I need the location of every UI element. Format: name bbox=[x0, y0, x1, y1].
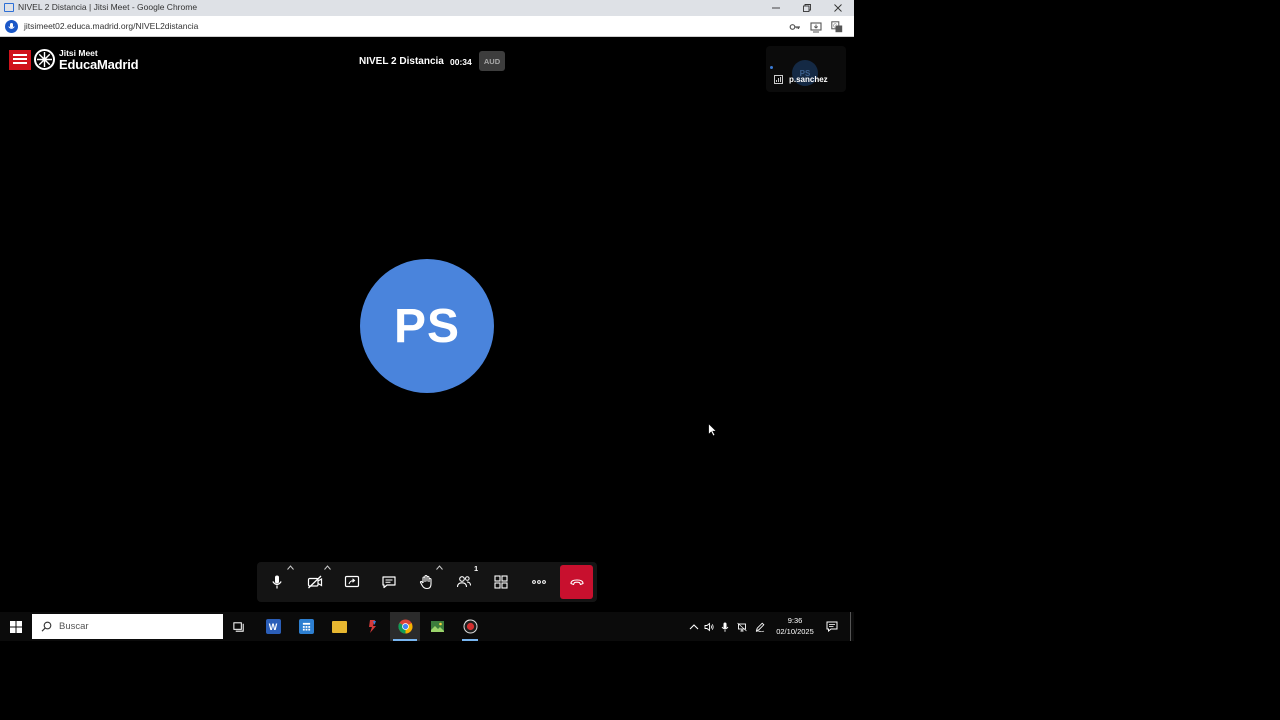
search-icon bbox=[41, 621, 52, 632]
taskbar-app-calculator[interactable] bbox=[291, 612, 321, 641]
connection-stats-icon[interactable] bbox=[774, 75, 783, 84]
microphone-in-use-icon bbox=[8, 22, 15, 29]
site-info-icon[interactable] bbox=[5, 20, 18, 33]
camera-options-button[interactable] bbox=[322, 563, 332, 571]
participant-thumbnail[interactable]: PS p.sanchez bbox=[766, 46, 846, 92]
taskbar-search-box[interactable]: Buscar bbox=[32, 614, 223, 639]
close-icon bbox=[834, 4, 842, 12]
task-view-icon bbox=[233, 621, 244, 632]
microphone-options-button[interactable] bbox=[285, 563, 295, 571]
speaker-indicator-icon bbox=[770, 66, 773, 69]
calculator-icon bbox=[298, 619, 314, 634]
tile-view-button[interactable] bbox=[484, 565, 518, 599]
raise-hand-icon bbox=[419, 574, 432, 590]
microphone-tray-button[interactable] bbox=[717, 612, 733, 641]
app-icon bbox=[368, 620, 376, 633]
mouse-cursor-icon bbox=[708, 423, 718, 437]
taskbar-app-word[interactable]: W bbox=[258, 612, 288, 641]
translate-icon[interactable]: G bbox=[830, 20, 843, 33]
install-app-icon[interactable] bbox=[809, 20, 822, 33]
chevron-up-icon bbox=[323, 564, 331, 570]
tile-view-icon bbox=[494, 575, 508, 589]
key-icon[interactable] bbox=[788, 20, 801, 33]
participants-icon bbox=[456, 576, 471, 588]
participants-count-badge: 1 bbox=[474, 564, 479, 573]
chevron-up-icon bbox=[286, 564, 294, 570]
microphone-tray-icon bbox=[721, 622, 729, 632]
network-button[interactable] bbox=[734, 612, 750, 641]
jitsi-favicon-icon bbox=[4, 3, 14, 12]
minimize-button[interactable] bbox=[761, 0, 791, 16]
close-button[interactable] bbox=[823, 0, 853, 16]
clock-time: 9:36 bbox=[787, 616, 803, 625]
taskbar-app-pinned[interactable] bbox=[357, 612, 387, 641]
taskbar-app-recorder[interactable] bbox=[455, 612, 485, 641]
task-view-button[interactable] bbox=[224, 612, 254, 641]
jitsi-wheel-icon bbox=[34, 49, 55, 70]
screen-share-button[interactable] bbox=[335, 565, 369, 599]
chrome-icon bbox=[397, 619, 413, 634]
logo-educamadrid-text: EducaMadrid bbox=[59, 57, 139, 72]
url-text[interactable]: jitsimeet02.educa.madrid.org/NIVEL2dista… bbox=[24, 21, 198, 31]
window-title-bar: NIVEL 2 Distancia | Jitsi Meet - Google … bbox=[0, 0, 854, 16]
meeting-stage: Jitsi Meet EducaMadrid NIVEL 2 Distancia… bbox=[0, 38, 854, 612]
notification-icon bbox=[826, 621, 838, 632]
comunidad-madrid-logo-icon bbox=[9, 50, 31, 70]
microphone-icon bbox=[272, 575, 282, 589]
install-glyph bbox=[809, 21, 822, 32]
windows-taskbar: Buscar W 9:36 02/10/2025 bbox=[0, 612, 854, 641]
key-glyph bbox=[789, 23, 800, 30]
audio-only-badge: AUD bbox=[479, 51, 505, 71]
meeting-title: NIVEL 2 Distancia bbox=[359, 56, 444, 67]
taskbar-app-image-viewer[interactable] bbox=[422, 612, 452, 641]
more-horizontal-icon bbox=[532, 580, 546, 584]
clock-date: 02/10/2025 bbox=[776, 627, 814, 636]
start-button[interactable] bbox=[0, 612, 32, 641]
screen-share-icon bbox=[344, 575, 360, 588]
chevron-up-icon bbox=[689, 623, 699, 629]
taskbar-app-chrome[interactable] bbox=[390, 612, 420, 641]
camera-off-icon bbox=[307, 575, 323, 589]
minimize-icon bbox=[772, 7, 780, 9]
svg-text:G: G bbox=[833, 23, 837, 29]
window-title: NIVEL 2 Distancia | Jitsi Meet - Google … bbox=[18, 2, 198, 12]
volume-button[interactable] bbox=[701, 612, 717, 641]
screen-recorder-icon bbox=[463, 619, 477, 634]
thumbnail-name: p.sanchez bbox=[789, 75, 828, 84]
chat-icon bbox=[382, 576, 396, 589]
more-actions-button[interactable] bbox=[522, 565, 556, 599]
restore-icon bbox=[803, 4, 811, 12]
speaker-icon bbox=[704, 622, 714, 631]
search-placeholder: Buscar bbox=[59, 621, 89, 632]
translate-glyph: G bbox=[830, 20, 842, 32]
show-desktop-button[interactable] bbox=[850, 612, 851, 641]
reactions-options-button[interactable] bbox=[434, 563, 444, 571]
taskbar-app-file-explorer[interactable] bbox=[324, 612, 354, 641]
pen-button[interactable] bbox=[752, 612, 768, 641]
notifications-button[interactable] bbox=[823, 612, 841, 641]
wheel-glyph bbox=[37, 52, 52, 67]
meeting-timer: 00:34 bbox=[450, 57, 472, 67]
restore-button[interactable] bbox=[792, 0, 822, 16]
chat-button[interactable] bbox=[372, 565, 406, 599]
show-hidden-icons-button[interactable] bbox=[686, 612, 702, 641]
pen-icon bbox=[755, 622, 765, 632]
browser-window: NIVEL 2 Distancia | Jitsi Meet - Google … bbox=[0, 0, 854, 641]
calculator-glyph bbox=[302, 622, 310, 631]
hang-up-icon bbox=[569, 579, 584, 586]
taskbar-clock[interactable]: 9:36 02/10/2025 bbox=[771, 615, 819, 637]
windows-logo-icon bbox=[10, 620, 22, 633]
network-icon bbox=[737, 622, 747, 631]
leave-meeting-button[interactable] bbox=[560, 565, 593, 599]
meeting-toolbar: 1 bbox=[257, 562, 597, 602]
folder-icon bbox=[331, 620, 347, 633]
image-app-icon bbox=[430, 621, 444, 632]
chevron-up-icon bbox=[435, 564, 443, 570]
word-icon: W bbox=[265, 619, 281, 634]
address-bar[interactable]: jitsimeet02.educa.madrid.org/NIVEL2dista… bbox=[0, 16, 854, 37]
participant-avatar: PS bbox=[360, 259, 494, 393]
